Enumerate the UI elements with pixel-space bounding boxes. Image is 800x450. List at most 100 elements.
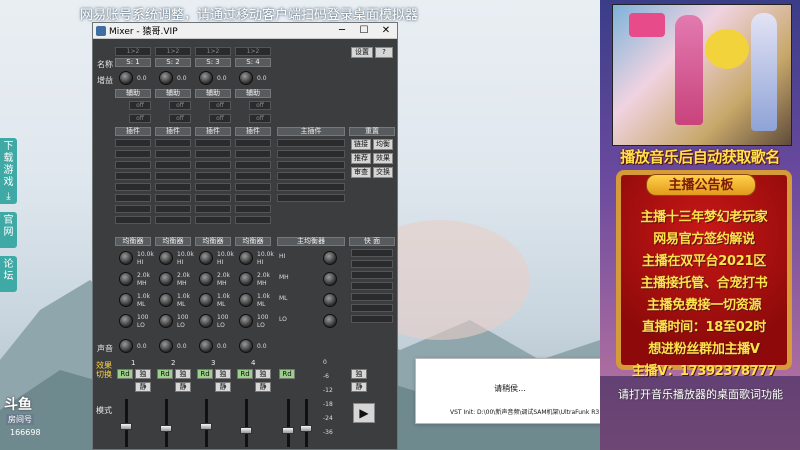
insert-slot[interactable] — [155, 161, 191, 169]
route-select[interactable]: 1>2 — [235, 47, 271, 56]
insert-slot[interactable] — [115, 161, 151, 169]
recommend-button[interactable]: 推荐 — [351, 153, 371, 164]
insert-slot[interactable] — [155, 139, 191, 147]
fader-handle[interactable] — [160, 425, 172, 432]
aux-send-1[interactable]: off — [169, 101, 191, 110]
insert-slot[interactable] — [155, 150, 191, 158]
rd-button[interactable]: Rd — [237, 369, 253, 379]
swap-button[interactable]: 交换 — [373, 167, 393, 178]
aux-send-2[interactable]: off — [249, 114, 271, 123]
pan-knob[interactable] — [119, 339, 133, 353]
insert-slot[interactable] — [195, 183, 231, 191]
rd-button[interactable]: Rd — [117, 369, 133, 379]
insert-slot[interactable] — [235, 161, 271, 169]
gain-knob[interactable] — [159, 71, 173, 85]
eq-mh-knob[interactable] — [159, 272, 173, 286]
main-insert-slot[interactable] — [277, 172, 345, 180]
solo-button[interactable]: 独 — [215, 369, 231, 379]
link-button[interactable]: 链接 — [351, 139, 371, 150]
fader-handle[interactable] — [200, 423, 212, 430]
route-select[interactable]: 1>2 — [195, 47, 231, 56]
insert-slot[interactable] — [195, 150, 231, 158]
insert-slot[interactable] — [195, 194, 231, 202]
route-select[interactable]: 1>2 — [155, 47, 191, 56]
insert-slot[interactable] — [195, 172, 231, 180]
preset-slot[interactable] — [351, 282, 393, 290]
main-insert-slot[interactable] — [277, 161, 345, 169]
insert-slot[interactable] — [235, 183, 271, 191]
insert-slot[interactable] — [155, 183, 191, 191]
solo-button[interactable]: 独 — [175, 369, 191, 379]
eq-lo-knob[interactable] — [119, 314, 133, 328]
play-button[interactable]: ▶ — [353, 403, 375, 423]
insert-slot[interactable] — [235, 150, 271, 158]
insert-slot[interactable] — [235, 172, 271, 180]
insert-slot[interactable] — [195, 205, 231, 213]
gain-knob[interactable] — [119, 71, 133, 85]
eq-hi-knob[interactable] — [199, 251, 213, 265]
review-button[interactable]: 审查 — [351, 167, 371, 178]
main-eq-lo-knob[interactable] — [323, 314, 337, 328]
preset-slot[interactable] — [351, 249, 393, 257]
insert-slot[interactable] — [155, 205, 191, 213]
preset-slot[interactable] — [351, 271, 393, 279]
mute-button[interactable]: 静 — [215, 382, 231, 392]
insert-slot[interactable] — [155, 172, 191, 180]
rd-button[interactable]: Rd — [197, 369, 213, 379]
insert-slot[interactable] — [155, 216, 191, 224]
minimize-icon[interactable]: ─ — [331, 25, 353, 36]
insert-slot[interactable] — [115, 172, 151, 180]
main-rd-button[interactable]: Rd — [279, 369, 295, 379]
aux-send-2[interactable]: off — [129, 114, 151, 123]
fader-handle[interactable] — [120, 423, 132, 430]
eq-mh-knob[interactable] — [239, 272, 253, 286]
insert-slot[interactable] — [235, 216, 271, 224]
main-eq-ml-knob[interactable] — [323, 293, 337, 307]
aux-send-1[interactable]: off — [249, 101, 271, 110]
preset-slot[interactable] — [351, 293, 393, 301]
eq-mh-knob[interactable] — [119, 272, 133, 286]
rd-button[interactable]: Rd — [157, 369, 173, 379]
main-eq-mh-knob[interactable] — [323, 272, 337, 286]
preset-slot[interactable] — [351, 260, 393, 268]
settings-button[interactable]: 设置 — [351, 47, 373, 58]
insert-slot[interactable] — [235, 205, 271, 213]
insert-slot[interactable] — [115, 194, 151, 202]
insert-slot[interactable] — [115, 205, 151, 213]
insert-slot[interactable] — [115, 183, 151, 191]
maximize-icon[interactable]: ☐ — [353, 25, 375, 36]
fader-handle[interactable] — [240, 427, 252, 434]
main-insert-slot[interactable] — [277, 194, 345, 202]
main-eq-hi-knob[interactable] — [323, 251, 337, 265]
pan-knob[interactable] — [239, 339, 253, 353]
insert-slot[interactable] — [235, 194, 271, 202]
mute-button[interactable]: 静 — [255, 382, 271, 392]
gain-knob[interactable] — [239, 71, 253, 85]
eq-lo-knob[interactable] — [199, 314, 213, 328]
side-tab-official[interactable]: 官网 — [0, 212, 17, 248]
main-fader-handle-r[interactable] — [300, 425, 312, 432]
insert-slot[interactable] — [235, 139, 271, 147]
route-select[interactable]: 1>2 — [115, 47, 151, 56]
main-insert-slot[interactable] — [277, 150, 345, 158]
aux-send-2[interactable]: off — [169, 114, 191, 123]
aux-send-2[interactable]: off — [209, 114, 231, 123]
main-insert-slot[interactable] — [277, 183, 345, 191]
gain-knob[interactable] — [199, 71, 213, 85]
eq-ml-knob[interactable] — [239, 293, 253, 307]
insert-slot[interactable] — [115, 150, 151, 158]
eq-ml-knob[interactable] — [119, 293, 133, 307]
eq-mh-knob[interactable] — [199, 272, 213, 286]
right-solo-button[interactable]: 独 — [351, 369, 367, 379]
eq-hi-knob[interactable] — [119, 251, 133, 265]
aux-send-1[interactable]: off — [129, 101, 151, 110]
eq-lo-knob[interactable] — [239, 314, 253, 328]
insert-slot[interactable] — [115, 139, 151, 147]
close-icon[interactable]: ✕ — [375, 25, 397, 36]
pan-knob[interactable] — [199, 339, 213, 353]
eq-button[interactable]: 均衡 — [373, 139, 393, 150]
preset-slot[interactable] — [351, 315, 393, 323]
right-mute-button[interactable]: 静 — [351, 382, 367, 392]
eq-ml-knob[interactable] — [159, 293, 173, 307]
eq-ml-knob[interactable] — [199, 293, 213, 307]
